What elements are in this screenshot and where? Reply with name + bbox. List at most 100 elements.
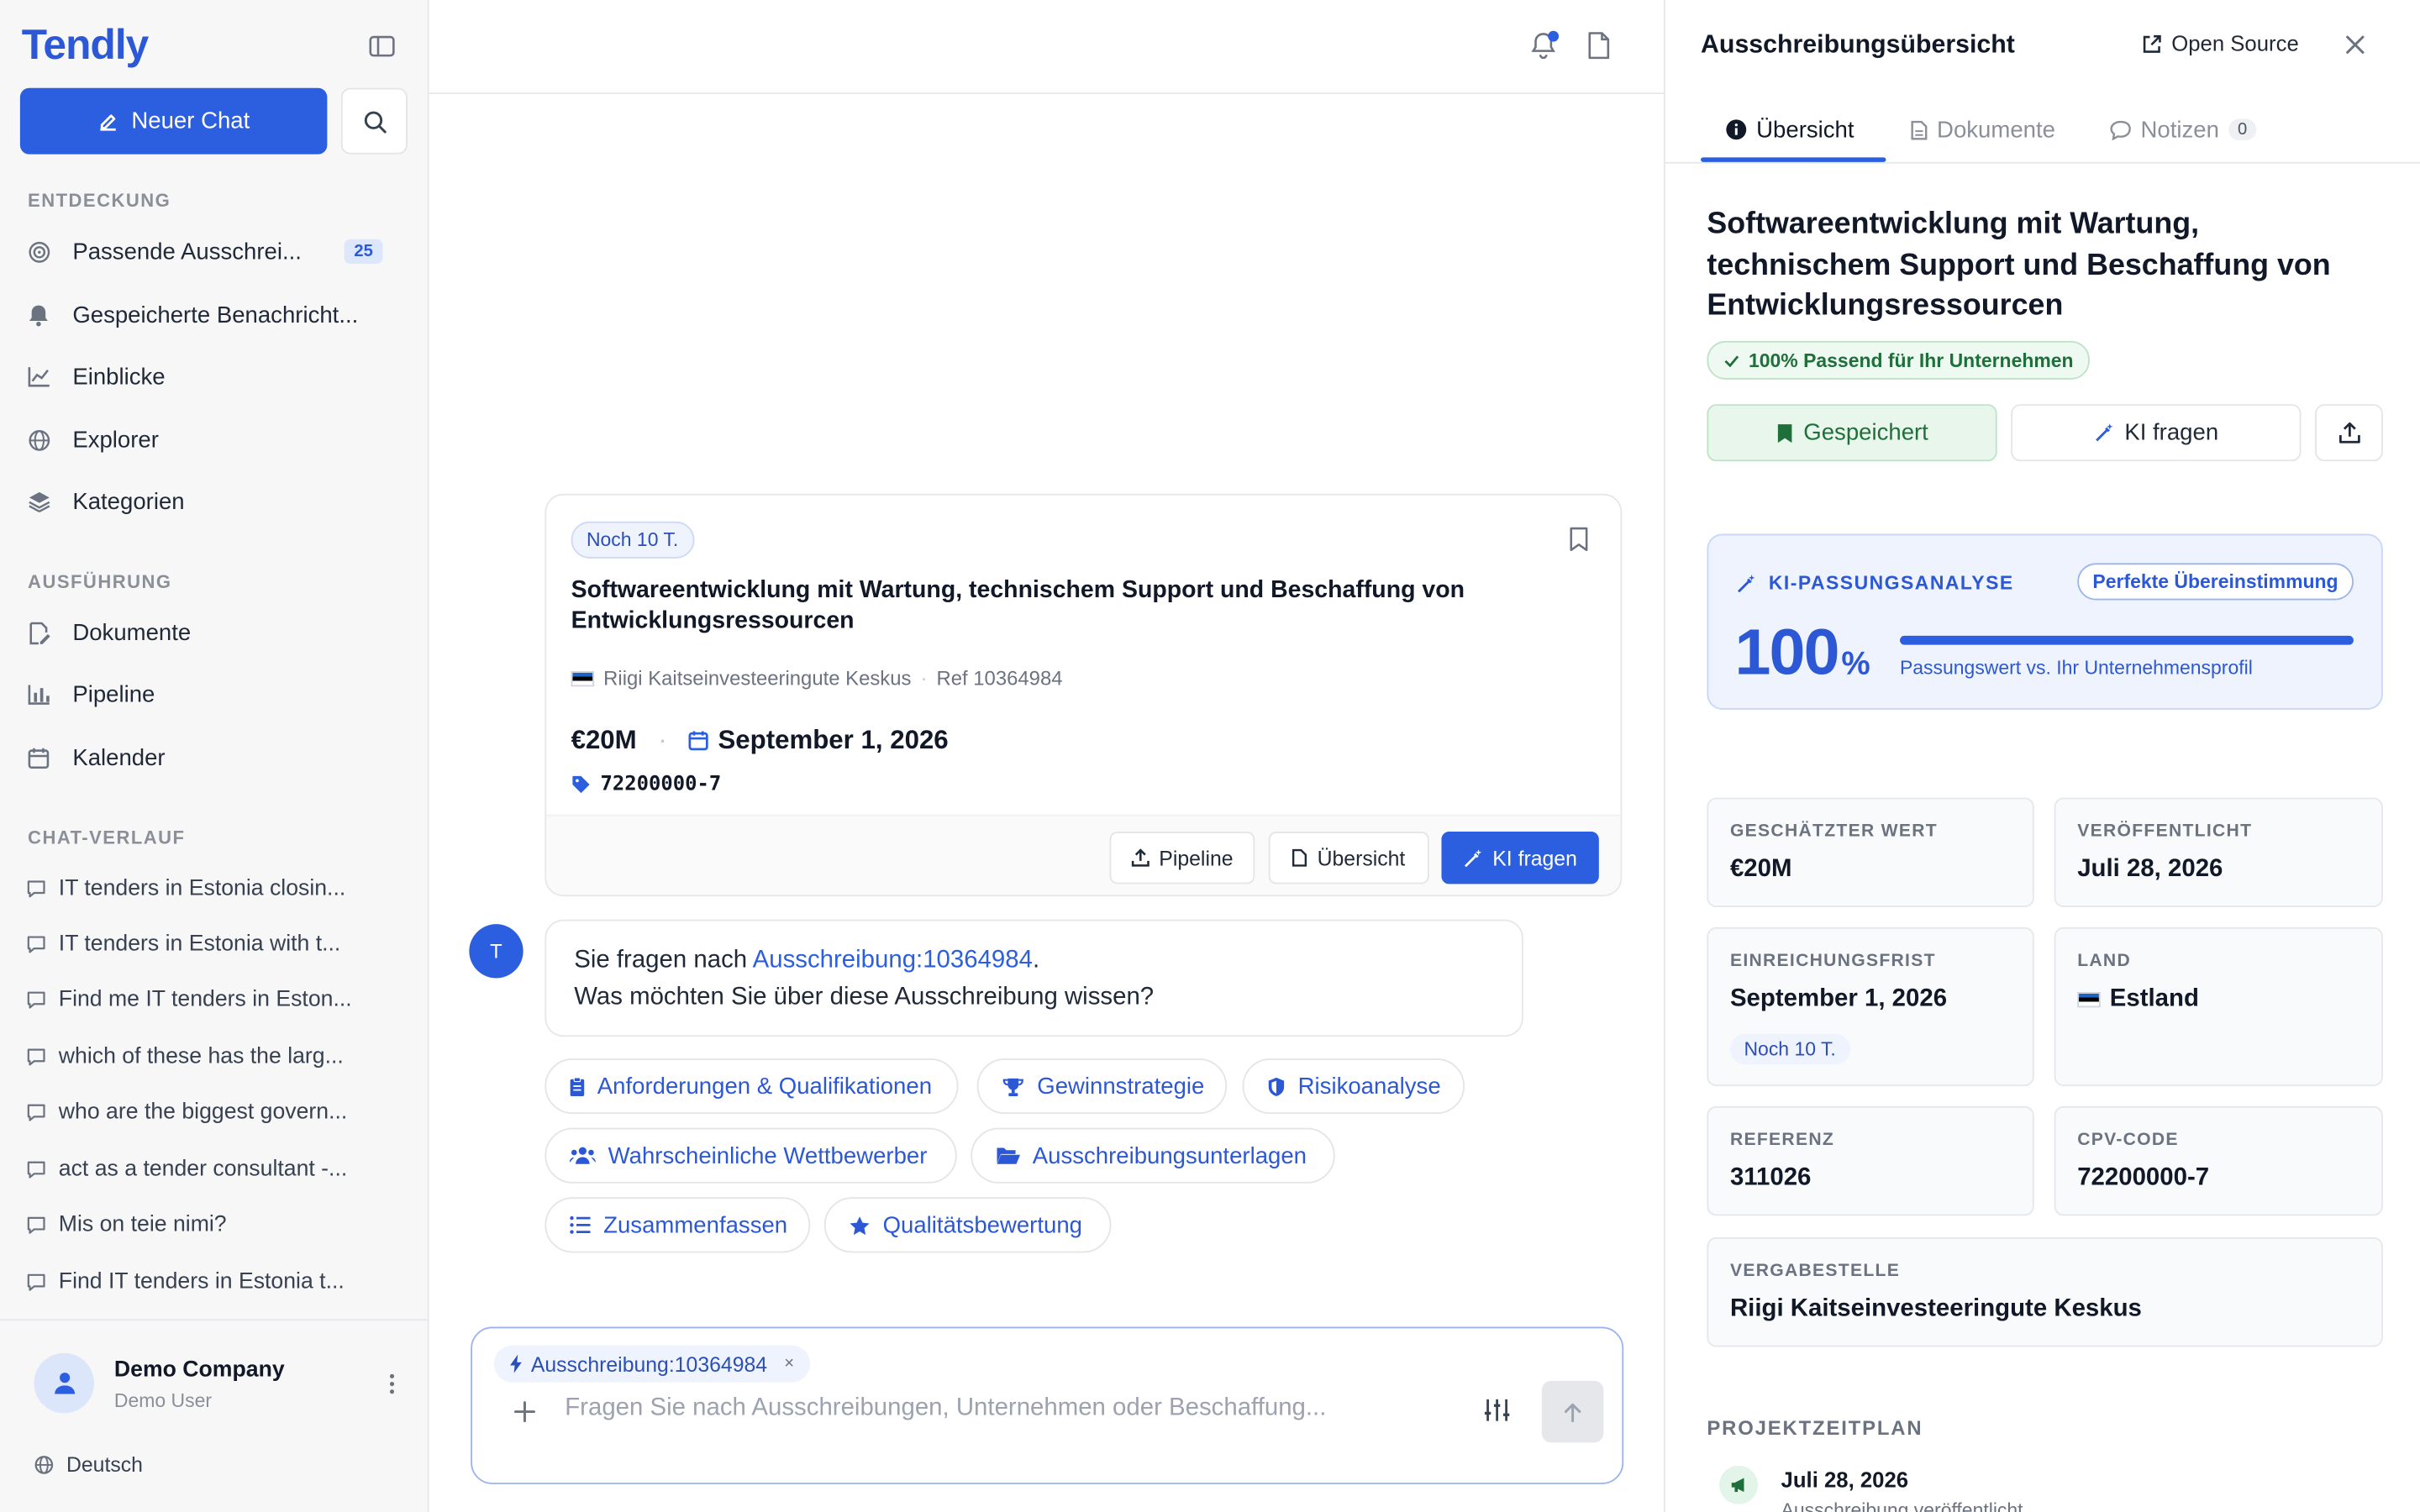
sidebar-item-saved-alerts[interactable]: Gespeicherte Benachricht... — [26, 293, 404, 336]
context-tag[interactable]: Ausschreibung:10364984 × — [493, 1345, 810, 1383]
history-item[interactable]: Find IT tenders in Estonia t... — [26, 1265, 404, 1299]
bell-icon — [26, 302, 50, 327]
info-label: VERÖFFENTLICHT — [2077, 822, 2253, 842]
share-icon — [2338, 422, 2360, 444]
sidebar-item-explorer[interactable]: Explorer — [26, 418, 404, 461]
suggestion-chip[interactable]: Zusammenfassen — [544, 1197, 811, 1253]
ask-ai-label: KI fragen — [1492, 846, 1577, 869]
info-label: VERGABESTELLE — [1729, 1262, 1901, 1281]
info-label: REFERENZ — [1729, 1131, 1835, 1150]
sidebar-item-documents[interactable]: Dokumente — [26, 611, 404, 654]
star-icon — [849, 1215, 871, 1235]
notifications-button[interactable] — [1529, 30, 1560, 62]
search-button[interactable] — [340, 87, 408, 155]
suggestion-chip[interactable]: Wahrscheinliche Wettbewerber — [544, 1127, 957, 1184]
info-value: 311026 — [1729, 1164, 1812, 1191]
sliders-icon[interactable] — [1483, 1398, 1514, 1425]
edit-icon — [100, 113, 117, 130]
saved-button[interactable]: Gespeichert — [1707, 404, 1997, 462]
globe-icon — [26, 428, 50, 452]
sidebar-item-calendar[interactable]: Kalender — [26, 736, 404, 779]
history-item[interactable]: who are the biggest govern... — [26, 1095, 404, 1129]
history-item[interactable]: IT tenders in Estonia with t... — [26, 927, 404, 961]
tab-notes[interactable]: Notizen 0 — [2110, 114, 2257, 145]
open-source-link[interactable]: Open Source — [2142, 31, 2299, 55]
reference: Ref 10364984 — [936, 666, 1063, 690]
close-icon[interactable]: × — [784, 1355, 794, 1373]
fit-score: 100% — [1734, 616, 1870, 690]
sidebar-item-matching-tenders[interactable]: Passende Ausschrei... 25 — [26, 230, 404, 273]
tab-documents[interactable]: Dokumente — [1911, 114, 2055, 145]
history-item[interactable]: act as a tender consultant -... — [26, 1152, 404, 1186]
sidebar-toggle-icon[interactable] — [364, 31, 397, 62]
history-item-label: who are the biggest govern... — [58, 1100, 348, 1125]
notification-dot — [1548, 30, 1560, 42]
send-button[interactable] — [1541, 1380, 1604, 1443]
pipeline-button[interactable]: Pipeline — [1109, 831, 1255, 885]
comment-icon — [27, 1273, 45, 1291]
suggestion-chip[interactable]: Ausschreibungsunterlagen — [971, 1127, 1335, 1184]
info-value: Juli 28, 2026 — [2077, 856, 2223, 883]
history-item[interactable]: Find me IT tenders in Eston... — [26, 983, 404, 1016]
tender-title[interactable]: Softwareentwicklung mit Wartung, technis… — [571, 575, 1559, 637]
fit-score-caption: Passungswert vs. Ihr Unternehmensprofil — [1899, 657, 2253, 680]
chat-input[interactable] — [565, 1394, 1445, 1423]
tender-link[interactable]: Ausschreibung:10364984 — [753, 948, 1033, 974]
share-button[interactable] — [2315, 404, 2383, 462]
company-name: Demo Company — [113, 1357, 285, 1383]
history-item[interactable]: which of these has the larg... — [26, 1040, 404, 1074]
list-icon — [570, 1215, 592, 1234]
history-item[interactable]: IT tenders in Estonia closin... — [26, 872, 404, 906]
timeline-date: Juli 28, 2026 — [1781, 1467, 1909, 1493]
close-icon[interactable] — [2341, 31, 2369, 59]
history-item[interactable]: Mis on teie nimi? — [26, 1208, 404, 1242]
panel-tender-title: Softwareentwicklung mit Wartung, technis… — [1707, 207, 2331, 323]
bookmark-icon[interactable] — [1568, 526, 1592, 554]
cpv-row: 72200000-7 — [571, 773, 722, 796]
file-icon — [1292, 848, 1307, 867]
cpv-code: 72200000-7 — [600, 773, 722, 796]
sidebar-footer: Demo Company Demo User Deutsch — [0, 1319, 429, 1512]
chat-composer: Ausschreibung:10364984 × — [471, 1326, 1624, 1484]
history-item-label: Mis on teie nimi? — [58, 1212, 227, 1238]
bolt-icon — [510, 1354, 522, 1373]
sidebar-item-categories[interactable]: Kategorien — [26, 480, 404, 522]
sidebar-item-label: Pipeline — [72, 680, 155, 708]
tab-overview[interactable]: Übersicht — [1725, 114, 1854, 145]
overview-button[interactable]: Übersicht — [1268, 831, 1429, 885]
avatar[interactable] — [34, 1352, 95, 1414]
suggestion-chip[interactable]: Gewinnstrategie — [976, 1058, 1228, 1115]
tender-value: €20M — [571, 725, 637, 755]
file-icon — [1588, 32, 1610, 60]
target-icon — [26, 239, 50, 264]
info-card-country: LAND Estland — [2054, 927, 2383, 1087]
attach-button[interactable] — [509, 1396, 540, 1427]
suggestion-chip[interactable]: Anforderungen & Qualifikationen — [544, 1058, 959, 1115]
suggestion-chip[interactable]: Risikoanalyse — [1242, 1058, 1465, 1115]
brand-logo[interactable]: Tendly — [22, 22, 150, 70]
sidebar: Tendly Neuer Chat ENTDECKUNG Passende Au… — [0, 0, 429, 1512]
sidebar-item-insights[interactable]: Einblicke — [26, 354, 404, 397]
history-item-label: which of these has the larg... — [58, 1044, 344, 1069]
sidebar-item-label: Gespeicherte Benachricht... — [72, 302, 359, 328]
sidebar-item-pipeline[interactable]: Pipeline — [26, 673, 404, 716]
separator-dot: · — [920, 666, 928, 690]
app-root: Tendly Neuer Chat ENTDECKUNG Passende Au… — [0, 0, 2420, 1512]
language-selector[interactable]: Deutsch — [34, 1453, 143, 1477]
shield-icon — [1267, 1076, 1286, 1096]
tab-label: Übersicht — [1756, 116, 1854, 143]
info-card-reference: REFERENZ 311026 — [1707, 1105, 2034, 1216]
more-vertical-icon[interactable] — [383, 1370, 402, 1398]
upload-icon — [1131, 848, 1150, 867]
tab-label: Dokumente — [1937, 116, 2055, 143]
ask-ai-button[interactable]: KI fragen — [1441, 831, 1599, 885]
new-chat-button[interactable]: Neuer Chat — [19, 87, 328, 155]
clipboard-icon — [570, 1076, 585, 1096]
magic-wand-icon — [1738, 574, 1755, 592]
document-button[interactable] — [1586, 31, 1618, 62]
info-label: CPV-CODE — [2077, 1131, 2179, 1150]
suggestion-chip[interactable]: Qualitätsbewertung — [823, 1197, 1112, 1253]
info-card-buyer: VERGABESTELLE Riigi Kaitseinvesteeringut… — [1707, 1237, 2383, 1347]
tender-card[interactable]: Noch 10 T. Softwareentwicklung mit Wartu… — [544, 493, 1623, 897]
ask-ai-button[interactable]: KI fragen — [2011, 404, 2302, 462]
